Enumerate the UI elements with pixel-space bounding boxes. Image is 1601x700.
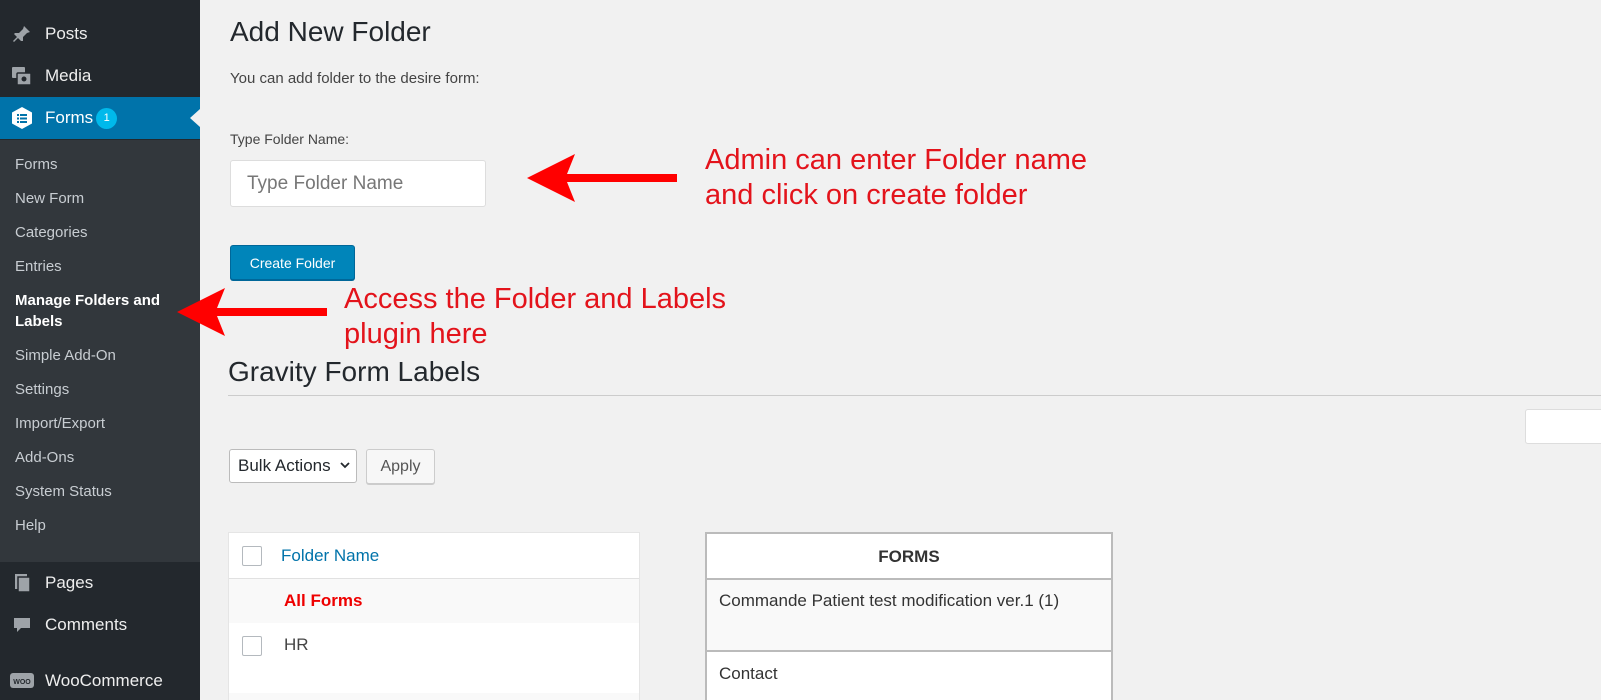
folders-table: Folder Name All Forms HR (228, 532, 640, 700)
form-row[interactable]: Commande Patient test modification ver.1… (707, 580, 1111, 652)
chevron-down-icon (340, 462, 350, 469)
update-count-badge: 1 (96, 107, 118, 129)
submenu-categories[interactable]: Categories (15, 222, 88, 243)
folder-name-input[interactable] (230, 160, 486, 207)
folder-name-column-link[interactable]: Folder Name (281, 546, 379, 566)
bulk-actions-label: Bulk Actions (238, 456, 331, 475)
create-folder-button[interactable]: Create Folder (230, 245, 355, 280)
table-row: All Forms (229, 579, 639, 623)
forms-table-header: FORMS (707, 534, 1111, 580)
submenu-entries[interactable]: Entries (15, 256, 62, 277)
submenu-forms[interactable]: Forms (15, 154, 58, 175)
folder-name[interactable]: HR (284, 635, 309, 655)
menu-label: WooCommerce (45, 671, 163, 690)
table-row: HR (229, 623, 639, 667)
menu-forms[interactable]: Forms 1 (0, 97, 200, 139)
menu-label: Forms (45, 108, 94, 127)
page-title: Add New Folder (230, 16, 431, 47)
page-description: You can add folder to the desire form: (230, 70, 480, 87)
annotation-line: Admin can enter Folder name (705, 144, 1088, 176)
submenu-import-export[interactable]: Import/Export (15, 413, 105, 434)
forms-submenu: Forms New Form Categories Entries Manage… (0, 140, 200, 562)
submenu-new-form[interactable]: New Form (15, 188, 84, 209)
annotation-line: and click on create folder (705, 179, 1028, 211)
folders-table-header: Folder Name (229, 533, 639, 579)
pin-icon (10, 22, 34, 46)
admin-sidebar: Posts Media Forms 1 Forms New Form Categ… (0, 0, 200, 700)
section-divider (228, 395, 1601, 396)
submenu-system-status[interactable]: System Status (15, 481, 112, 502)
apply-button[interactable]: Apply (366, 449, 435, 484)
submenu-manage-folders-labels[interactable]: Manage Folders and Labels (15, 290, 175, 332)
forms-table: FORMS Commande Patient test modification… (705, 532, 1113, 700)
bulk-actions-select[interactable]: Bulk Actions (229, 449, 357, 483)
menu-label: Media (45, 66, 92, 85)
media-icon (10, 64, 34, 88)
annotation-folder-name: Admin can enter Folder name and click on… (705, 143, 1087, 213)
menu-label: Comments (45, 615, 128, 634)
submenu-settings[interactable]: Settings (15, 379, 69, 400)
pages-icon (10, 571, 34, 595)
arrow-left-icon (527, 154, 677, 202)
annotation-line: plugin here (344, 318, 488, 350)
menu-comments[interactable]: Comments (0, 604, 200, 646)
section-title: Gravity Form Labels (228, 356, 481, 387)
submenu-help[interactable]: Help (15, 515, 46, 536)
comments-icon (10, 613, 34, 637)
table-footer (229, 693, 639, 700)
menu-woocommerce[interactable]: WOO WooCommerce (0, 660, 200, 700)
woocommerce-icon-text: WOO (13, 679, 31, 686)
row-checkbox[interactable] (242, 636, 262, 656)
submenu-add-ons[interactable]: Add-Ons (15, 447, 74, 468)
annotation-line: Access the Folder and Labels (344, 283, 727, 315)
menu-label: Pages (45, 573, 94, 592)
menu-pages[interactable]: Pages (0, 562, 200, 604)
all-forms-link[interactable]: All Forms (284, 591, 362, 611)
submenu-simple-add-on[interactable]: Simple Add-On (15, 345, 116, 366)
search-input[interactable] (1525, 409, 1601, 444)
select-all-checkbox[interactable] (242, 546, 262, 566)
arrow-left-icon (177, 288, 327, 336)
annotation-plugin-access: Access the Folder and Labels plugin here (344, 282, 726, 352)
menu-posts[interactable]: Posts (0, 13, 200, 55)
folder-name-label: Type Folder Name: (230, 131, 350, 147)
menu-label: Posts (45, 24, 88, 43)
woocommerce-icon: WOO (10, 669, 34, 693)
menu-media[interactable]: Media (0, 55, 200, 97)
form-row[interactable]: Contact (707, 652, 1111, 696)
forms-icon (10, 106, 34, 130)
